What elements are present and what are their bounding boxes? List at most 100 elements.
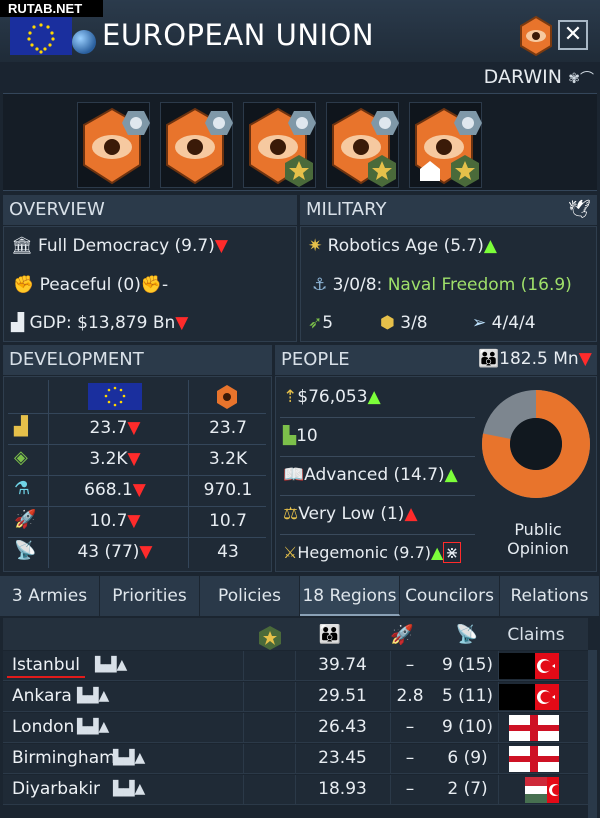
city-icon: ▙▟▲ xyxy=(113,750,146,766)
tab-councilors[interactable]: Councilors xyxy=(400,576,500,616)
value: 10.7 xyxy=(89,511,128,531)
region-row[interactable]: Istanbul ▙▟▲ 39.74 – 9 (15) xyxy=(3,651,588,681)
value: 43 (77) xyxy=(77,542,140,562)
book-icon: 📖 xyxy=(283,465,305,485)
missiles-stat[interactable]: ➶5 xyxy=(308,313,333,333)
economy-icon: ▟ xyxy=(14,416,28,437)
cohesion-label: Peaceful (0) xyxy=(39,275,141,295)
economy-icon: ▟ xyxy=(11,313,25,333)
divider xyxy=(280,534,475,535)
gdp-row[interactable]: ▟ GDP: $13,879 Bn▼ xyxy=(11,313,188,333)
col-population-icon[interactable]: 👪 xyxy=(315,620,345,650)
councilor-slot[interactable] xyxy=(409,102,482,188)
stars-count: 3/8 xyxy=(400,313,428,333)
knowledge-icon: ⚗ xyxy=(14,478,31,499)
nation-title: EUROPEAN UNION xyxy=(102,18,375,52)
hegemony-row[interactable]: ⚔Hegemonic (9.7)▲ ⋇ xyxy=(283,542,461,563)
public-opinion-label: Public Opinion xyxy=(507,520,569,558)
divider xyxy=(243,744,244,774)
military-tech-icon: ✷ xyxy=(308,236,323,256)
region-name[interactable]: Istanbul xyxy=(12,655,80,675)
value: 3.2K xyxy=(89,449,128,469)
claim-flags-icon[interactable] xyxy=(499,777,562,803)
region-satellites: 9 (10) xyxy=(441,717,494,737)
tech-age-row[interactable]: ✷ Robotics Age (5.7)▲ xyxy=(308,236,497,256)
divider xyxy=(280,456,475,457)
tab-priorities[interactable]: Priorities xyxy=(100,576,200,616)
unrest-row[interactable]: ⚖Very Low (1)▲ xyxy=(283,504,418,524)
region-military: 2.8 xyxy=(396,686,424,706)
population-stat[interactable]: 👪182.5 Mn▼ xyxy=(478,349,592,369)
cohesion-row[interactable]: ✊ Peaceful (0)✊- xyxy=(13,275,168,295)
selection-underline xyxy=(7,676,85,678)
tab-3-armies[interactable]: 3 Armies xyxy=(0,576,100,616)
councilor-slot[interactable] xyxy=(77,102,150,188)
councilor-strip xyxy=(3,93,597,191)
region-military: – xyxy=(405,779,415,799)
hegemony-value: Hegemonic (9.7) xyxy=(297,543,431,562)
leader-trait-icons: ✾⌒ xyxy=(568,71,594,87)
star-badge-icon: ⬢ xyxy=(380,313,395,333)
region-name[interactable]: Diyarbakir xyxy=(12,779,100,799)
tab-relations[interactable]: Relations xyxy=(500,576,600,616)
factory-icon: ▙ xyxy=(283,426,297,446)
region-row[interactable]: London ▙▟▲ 26.43 – 9 (10) xyxy=(3,713,588,743)
gdp-per-capita-row[interactable]: ⇡$76,053▲ xyxy=(283,387,381,407)
arrow-down-icon: ▼ xyxy=(127,418,141,438)
councilor-slot[interactable] xyxy=(160,102,233,188)
claim-flags-icon[interactable] xyxy=(499,653,559,679)
col-rocket-icon[interactable]: 🚀 xyxy=(387,620,417,650)
inequality-row[interactable]: ▙10 xyxy=(283,426,318,446)
gdp-label: GDP: $13,879 Bn xyxy=(29,313,176,333)
region-name[interactable]: Ankara xyxy=(12,686,72,706)
public-opinion-donut[interactable] xyxy=(482,390,590,498)
arrow-down-icon: ▼ xyxy=(214,236,228,256)
region-name[interactable]: Birmingham xyxy=(12,748,116,768)
close-button[interactable]: ✕ xyxy=(558,20,588,50)
councilor-slot[interactable] xyxy=(326,102,399,188)
claim-flags-icon[interactable] xyxy=(499,715,559,741)
leader-name[interactable]: DARWIN xyxy=(484,66,562,88)
councilor-slot[interactable] xyxy=(243,102,316,188)
democracy-row[interactable]: 🏛 Full Democracy (9.7)▼ xyxy=(11,236,228,256)
navy-row[interactable]: ⚓ 3/0/8: Naval Freedom (16.9) xyxy=(312,275,572,295)
education-row[interactable]: 📖Advanced (14.7)▲ xyxy=(283,465,458,485)
region-population: 39.74 xyxy=(318,655,367,675)
arrow-up-icon: ▲ xyxy=(367,387,381,407)
city-icon: ▙▟▲ xyxy=(95,657,128,673)
claim-flags-icon[interactable] xyxy=(499,684,559,710)
faction-emblem-icon[interactable] xyxy=(520,15,552,57)
col-claims-label[interactable]: Claims xyxy=(500,620,572,650)
divider xyxy=(188,380,189,568)
dove-icon[interactable]: 🕊 xyxy=(568,199,591,220)
eu-flag-icon xyxy=(88,383,142,410)
arrow-down-icon: ▼ xyxy=(127,449,141,469)
divider xyxy=(243,713,244,743)
region-military: – xyxy=(405,655,415,675)
region-row[interactable]: Diyarbakir ▙▟▲ 18.93 – 2 (7) xyxy=(3,775,588,805)
arrow-down-icon: ▼ xyxy=(175,313,189,333)
region-row[interactable]: Birmingham ▙▟▲ 23.45 – 6 (9) xyxy=(3,744,588,774)
col-hegemony-icon[interactable] xyxy=(255,620,285,650)
divider xyxy=(390,682,391,712)
income-icon: ⇡ xyxy=(283,387,298,407)
space-stat[interactable]: ➢ 4/4/4 xyxy=(472,313,536,333)
population-icon: 👪 xyxy=(478,349,500,369)
region-name[interactable]: London xyxy=(12,717,74,737)
development-own-value: 43 (77)▼ xyxy=(60,542,170,562)
stars-stat[interactable]: ⬢ 3/8 xyxy=(380,313,428,333)
region-military: – xyxy=(405,717,415,737)
regions-scrollbar[interactable] xyxy=(588,650,597,818)
region-row[interactable]: Ankara ▙▟▲ 29.51 2.8 5 (11) xyxy=(3,682,588,712)
development-own-value: 3.2K▼ xyxy=(60,449,170,469)
tab-18-regions[interactable]: 18 Regions xyxy=(300,576,400,616)
tab-policies[interactable]: Policies xyxy=(200,576,300,616)
region-population: 18.93 xyxy=(318,779,367,799)
missiles-count: 5 xyxy=(322,313,334,333)
region-satellites: 9 (15) xyxy=(441,655,494,675)
region-population: 26.43 xyxy=(318,717,367,737)
claim-flags-icon[interactable] xyxy=(499,746,559,772)
col-satellite-icon[interactable]: 📡 xyxy=(452,620,482,650)
military-title: MILITARY xyxy=(300,195,597,225)
divider xyxy=(280,495,475,496)
